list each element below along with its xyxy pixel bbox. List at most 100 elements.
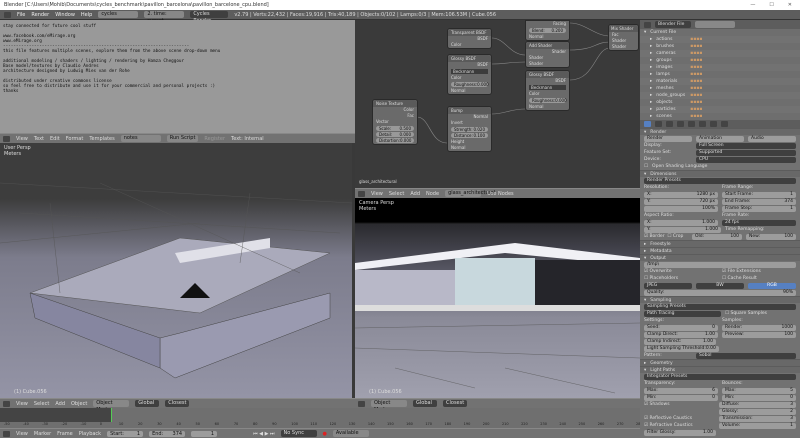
- bounces-max[interactable]: Max: 5: [722, 387, 796, 394]
- menu-node[interactable]: Node: [426, 191, 439, 197]
- bw-toggle[interactable]: BW: [696, 282, 744, 289]
- time-new[interactable]: New: 100: [746, 233, 796, 240]
- distribution-dropdown[interactable]: Beckmann: [451, 69, 488, 74]
- bounces-min[interactable]: Min: 0: [722, 394, 796, 401]
- menu-marker[interactable]: Marker: [34, 431, 51, 437]
- roughness-field[interactable]: Roughness: 0.000: [529, 98, 567, 103]
- menu-render[interactable]: Render: [31, 12, 49, 18]
- invert-checkbox[interactable]: Invert: [451, 120, 463, 126]
- menu-format[interactable]: Format: [66, 136, 84, 142]
- menu-edit[interactable]: Edit: [50, 136, 60, 142]
- border-checkbox[interactable]: ☑ Border ☐ Crop: [644, 234, 688, 239]
- scene-selector[interactable]: 2. time: sunset: [144, 11, 185, 24]
- text-file-selector[interactable]: notes: [120, 135, 161, 142]
- menu-playback[interactable]: Playback: [79, 431, 101, 437]
- transparency-min[interactable]: Min: 0: [644, 394, 718, 401]
- render-presets[interactable]: Render Presets: [644, 177, 796, 184]
- run-script-button[interactable]: Run Script: [166, 135, 199, 142]
- resolution-y[interactable]: Y: 720 px: [644, 198, 718, 205]
- pattern-select[interactable]: Sobol: [696, 352, 796, 359]
- snap-selector[interactable]: Closest: [443, 400, 467, 407]
- glossy-bounces[interactable]: Glossy: 2: [719, 408, 796, 415]
- panel-render[interactable]: ▾ Render: [640, 128, 800, 135]
- maximize-button[interactable]: ☐: [769, 2, 773, 8]
- menu-view[interactable]: View: [371, 191, 383, 197]
- reflective-caustics-checkbox[interactable]: ☑ Reflective Caustics: [644, 416, 715, 421]
- current-frame-field[interactable]: 1: [191, 430, 218, 437]
- refractive-caustics-checkbox[interactable]: ☑ Refractive Caustics: [644, 423, 715, 428]
- integrator-presets[interactable]: Integrator Presets: [644, 373, 796, 380]
- node-transparent-bsdf[interactable]: Transparent BSDF BSDF Color: [447, 28, 492, 49]
- snap-selector[interactable]: Closest: [165, 400, 190, 407]
- square-samples-checkbox[interactable]: ☐ Square Samples: [725, 311, 796, 316]
- volume-bounces[interactable]: Volume: 1: [719, 422, 796, 429]
- panel-dimensions[interactable]: ▾ Dimensions: [640, 170, 800, 177]
- node-editor[interactable]: glass_architectural Transparent BSDF BSD…: [355, 20, 640, 188]
- roughness-field[interactable]: Roughness: 0.000: [451, 82, 489, 87]
- orientation-selector[interactable]: Global: [413, 400, 437, 407]
- fps-select[interactable]: 24 fps: [722, 219, 796, 226]
- resolution-x[interactable]: X: 1280 px: [644, 191, 718, 198]
- editor-type-icon[interactable]: [358, 190, 365, 197]
- menu-add[interactable]: Add: [55, 401, 65, 407]
- minimize-button[interactable]: —: [750, 2, 755, 8]
- resolution-percent[interactable]: 100%: [644, 205, 718, 212]
- file-format-select[interactable]: JPEG: [644, 282, 692, 289]
- light-threshold-field[interactable]: Light Sampling Threshold: 0.00: [644, 345, 719, 352]
- material-selector[interactable]: glass_architectural: [445, 190, 495, 197]
- outliner-display-selector[interactable]: Blender File: [655, 21, 691, 28]
- menu-view[interactable]: View: [16, 136, 28, 142]
- menu-help[interactable]: Help: [81, 12, 92, 18]
- transparency-max[interactable]: Max: 6: [644, 387, 718, 394]
- menu-file[interactable]: File: [17, 12, 25, 18]
- end-frame[interactable]: End Frame: 374: [722, 198, 796, 205]
- node-glossy-bsdf[interactable]: Glossy BSDF BSDF Beckmann Color Roughnes…: [447, 54, 492, 95]
- end-frame-field[interactable]: End: 374: [149, 430, 186, 437]
- menu-text[interactable]: Text: [34, 136, 44, 142]
- distance-field[interactable]: Distance: 0.100: [451, 133, 488, 138]
- start-frame-field[interactable]: Start: 1: [107, 430, 144, 437]
- editor-type-icon[interactable]: [4, 11, 11, 18]
- menu-view[interactable]: View: [16, 431, 28, 437]
- integrator-select[interactable]: Path Tracing: [644, 310, 721, 317]
- editor-type-icon[interactable]: [3, 135, 10, 142]
- node-noise-texture[interactable]: Noise Texture Color Fac Vector Scale: 0.5…: [372, 99, 418, 145]
- menu-select[interactable]: Select: [34, 401, 49, 407]
- placeholders-checkbox[interactable]: ☐ Placeholders: [644, 276, 718, 281]
- timeline[interactable]: -50 -40 -30 -20 -10 0 10 20 30 40 50 60 70 80 90 100 110…: [0, 408, 643, 428]
- menu-window[interactable]: Window: [55, 12, 75, 18]
- viewport-camera[interactable]: Camera Persp Meters (1) Cube.056: [355, 198, 640, 398]
- render-samples-field[interactable]: Render: 1000: [722, 324, 796, 331]
- aspect-y[interactable]: Y: 1.000: [644, 226, 721, 233]
- blend-field[interactable]: Blend: 0.200: [529, 28, 566, 33]
- scale-field[interactable]: Scale: 0.500: [376, 126, 414, 131]
- editor-type-icon[interactable]: [358, 400, 365, 407]
- outliner-search[interactable]: [695, 21, 735, 28]
- editor-type-icon[interactable]: [3, 400, 10, 407]
- menu-frame[interactable]: Frame: [57, 431, 73, 437]
- device-select[interactable]: CPU: [696, 156, 796, 163]
- outliner-item[interactable]: ▸ meshes ▪▪▪▪: [640, 85, 800, 92]
- outliner-item[interactable]: ▸ groups ▪▪▪▪: [640, 57, 800, 64]
- keying-set-selector[interactable]: Available: [332, 430, 369, 437]
- outliner-item[interactable]: ▸ cameras ▪▪▪▪: [640, 50, 800, 57]
- display-select[interactable]: Full Screen: [696, 142, 796, 149]
- outliner-item[interactable]: ▸ actions ▪▪▪▪: [640, 36, 800, 43]
- aspect-x[interactable]: X: 1.000: [644, 219, 718, 226]
- layout-selector[interactable]: cycles: [98, 11, 139, 18]
- record-icon[interactable]: ●: [323, 431, 327, 437]
- panel-light-paths[interactable]: ▾ Light Paths: [640, 366, 800, 373]
- outliner-item[interactable]: ▸ scenes ▪▪▪▪: [640, 113, 800, 120]
- diffuse-bounces[interactable]: Diffuse: 3: [719, 401, 796, 408]
- clamp-direct-field[interactable]: Clamp Direct: 1.00: [644, 331, 718, 338]
- start-frame[interactable]: Start Frame: 1: [722, 191, 796, 198]
- node-layer-weight[interactable]: Facing Blend: 0.200 Normal: [525, 20, 570, 41]
- node-add-shader[interactable]: Add Shader Shader Shader Shader: [525, 41, 570, 68]
- sync-selector[interactable]: No Sync: [280, 430, 317, 437]
- use-nodes-checkbox[interactable]: Use Nodes: [487, 191, 514, 197]
- node-mix-shader[interactable]: Mix Shader Fac Shader Shader: [608, 24, 639, 51]
- node-bump[interactable]: Bump Normal Invert Strength: 0.020 Distan…: [447, 106, 492, 152]
- outliner-item[interactable]: ▸ materials ▪▪▪▪: [640, 78, 800, 85]
- panel-sampling[interactable]: ▾ Sampling: [640, 296, 800, 303]
- menu-object[interactable]: Object: [71, 401, 87, 407]
